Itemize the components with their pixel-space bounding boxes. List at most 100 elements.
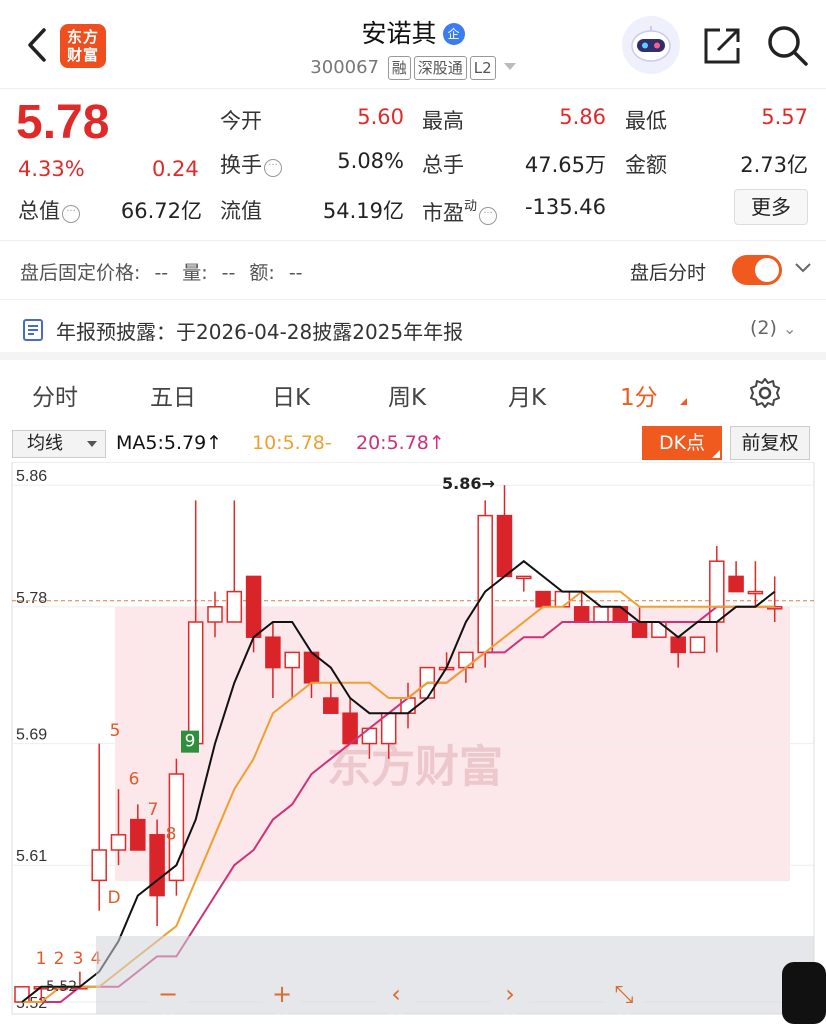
verified-badge-icon: 企	[442, 23, 465, 45]
search-icon[interactable]	[764, 22, 810, 68]
info-dots-icon[interactable]: ···	[62, 205, 80, 223]
floating-handle	[782, 962, 826, 1024]
tab-daily-k[interactable]: 日K	[272, 378, 310, 412]
low-label: 最低	[625, 109, 667, 133]
after-hours-toggle[interactable]	[732, 255, 782, 285]
candle-body	[187, 621, 204, 745]
high-value: 5.86	[559, 105, 606, 129]
signal-label: 2	[54, 949, 65, 969]
volume-value: 47.65万	[524, 153, 606, 177]
caret-down-icon	[87, 441, 97, 447]
candle-body	[573, 606, 590, 623]
tab-1-minute[interactable]: 1分	[620, 378, 658, 412]
more-button[interactable]: 更多	[734, 189, 808, 225]
candle-body	[284, 651, 300, 669]
dk-point-button[interactable]: DK点	[642, 426, 722, 460]
stock-code: 300067	[310, 57, 380, 78]
candle-body	[670, 636, 686, 654]
candle-body	[612, 606, 629, 623]
ma20-value: 20:5.78↑	[356, 432, 445, 454]
candle-body	[226, 590, 243, 623]
indicator-select[interactable]: 均线	[12, 430, 106, 458]
forward-adjust-button[interactable]: 前复权	[730, 426, 810, 460]
stock-name: 安诺其	[361, 19, 437, 48]
turnover-label[interactable]: 换手 ···	[220, 149, 282, 179]
volume-label: 总手	[422, 153, 464, 177]
candle-body	[516, 575, 532, 580]
float-value-label: 流值	[220, 199, 262, 223]
watermark-text: 东方财富	[327, 742, 503, 793]
tag-margin: 融	[387, 56, 411, 80]
y-tick-label: 5.61	[16, 848, 47, 865]
share-icon[interactable]	[700, 24, 744, 68]
signal-label: 9	[185, 732, 196, 752]
turnover-value: 5.08%	[337, 149, 404, 173]
candle-body	[631, 621, 648, 638]
candle-body	[554, 590, 571, 608]
caret-down-icon[interactable]	[503, 63, 516, 70]
candle-body	[477, 514, 493, 654]
pe-superscript: 动	[464, 199, 478, 214]
candle-body	[91, 849, 107, 882]
candle-body	[110, 834, 127, 851]
signal-label: 8	[166, 824, 177, 844]
pe-label[interactable]: 市盈动 ···	[422, 195, 498, 227]
candle-body	[361, 727, 378, 745]
low-value: 5.57	[761, 105, 808, 129]
y-tick-label: 5.78	[16, 590, 47, 607]
kline-chart[interactable]: 5.865.785.695.615.52东方财富5.86→5.521234567…	[0, 462, 826, 1024]
candle-body	[651, 621, 667, 638]
amount-value: 2.73亿	[740, 153, 808, 177]
tag-level2: L2	[469, 56, 496, 80]
zoom-control-glyph: −	[158, 980, 178, 1008]
high-label: 最高	[422, 109, 464, 133]
candle-body	[130, 818, 146, 851]
low-annotation: 5.52	[46, 979, 77, 995]
robot-icon[interactable]	[622, 16, 680, 74]
amount-label: 金额	[625, 153, 667, 177]
total-value: 66.72亿	[120, 199, 202, 223]
toggle-knob	[755, 258, 779, 282]
candle-body	[458, 651, 474, 669]
after-hours-row: 盘后固定价格: -- 量: -- 额: -- 盘后分时	[0, 240, 826, 300]
tag-connect: 深股通	[413, 56, 467, 80]
candle-body	[689, 636, 706, 654]
tab-five-day[interactable]: 五日	[150, 378, 196, 412]
open-value: 5.60	[357, 105, 404, 129]
top-header: 东方 财富 安诺其企 300067 融深股通 L2	[0, 0, 826, 88]
candle-body	[207, 606, 223, 623]
y-tick-label: 5.69	[16, 727, 47, 744]
open-label: 今开	[220, 109, 262, 133]
tab-intraday[interactable]: 分时	[32, 378, 78, 412]
corner-marker	[712, 450, 720, 458]
total-value-label[interactable]: 总值 ···	[18, 195, 80, 225]
zoom-control-glyph: ⤡	[614, 980, 633, 1008]
candle-body	[149, 834, 165, 897]
tab-weekly-k[interactable]: 周K	[388, 378, 426, 412]
float-value: 54.19亿	[322, 199, 404, 223]
zoom-control-glyph: +	[272, 980, 292, 1008]
signal-label: 6	[129, 770, 140, 790]
last-price: 5.78	[16, 96, 110, 149]
signal-label: 3	[73, 949, 84, 969]
candle-body	[14, 986, 30, 1003]
info-dots-icon[interactable]: ···	[264, 159, 282, 177]
candle-body	[728, 575, 744, 593]
tab-monthly-k[interactable]: 月K	[508, 378, 546, 412]
change-percent: 4.33%	[18, 157, 85, 181]
signal-label: 5	[110, 721, 121, 741]
after-hours-fixed-price: 盘后固定价格: -- 量: -- 额: --	[20, 262, 303, 284]
candle-body	[709, 560, 725, 623]
gear-icon[interactable]	[748, 376, 782, 410]
signal-label: 1	[36, 949, 47, 969]
zoom-control-glyph: ‹	[391, 980, 401, 1008]
control-bar	[96, 936, 814, 1014]
info-dots-icon[interactable]: ···	[479, 207, 498, 225]
notice-count: (2) ⌄	[750, 317, 797, 339]
chevron-down-icon[interactable]	[794, 259, 812, 277]
candle-body	[496, 514, 513, 578]
after-hours-label: 盘后分时	[630, 262, 707, 284]
annual-report-notice[interactable]: 年报预披露：于2026-04-28披露2025年年报 (2) ⌄	[0, 300, 826, 360]
tab-dropdown-indicator	[680, 398, 687, 405]
kline-svg[interactable]: 5.865.785.695.615.52东方财富5.86→5.521234567…	[0, 462, 826, 1024]
